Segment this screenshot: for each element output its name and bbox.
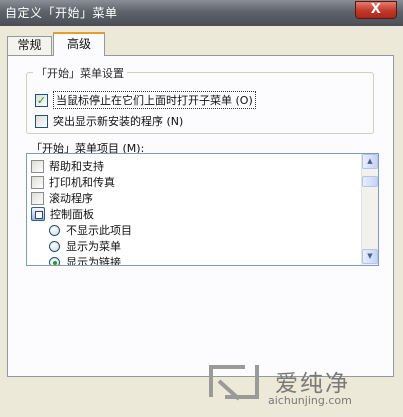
close-button[interactable]: X bbox=[355, 1, 397, 19]
list-item-scroll-programs[interactable]: 滚动程序 bbox=[31, 190, 93, 206]
list-item-label: 帮助和支持 bbox=[49, 160, 104, 173]
radio-label: 显示为菜单 bbox=[66, 240, 121, 253]
radio-label: 显示为链接 bbox=[66, 256, 121, 266]
radio-show-as-link[interactable]: 显示为链接 bbox=[49, 254, 121, 266]
scroll-thumb[interactable] bbox=[362, 176, 378, 187]
checkbox-open-submenu[interactable]: ✓ bbox=[35, 93, 48, 107]
list-item-label: 控制面板 bbox=[50, 208, 94, 221]
list-item-control-panel: 控制面板 bbox=[31, 206, 94, 222]
radio-show-as-menu[interactable]: 显示为菜单 bbox=[49, 238, 121, 254]
checkbox-printers-faxes[interactable] bbox=[31, 175, 44, 189]
list-item-help-support[interactable]: 帮助和支持 bbox=[31, 158, 104, 174]
checkbox-scroll-programs[interactable] bbox=[31, 191, 44, 205]
radio-button[interactable] bbox=[49, 224, 60, 236]
highlight-new-programs-label: 突出显示新安装的程序 (N) bbox=[53, 115, 184, 128]
title-bar: 自定义「开始」菜单 X bbox=[0, 0, 403, 26]
window-title: 自定义「开始」菜单 bbox=[5, 6, 118, 20]
tab-general[interactable]: 常规 bbox=[7, 36, 52, 55]
list-item-label: 打印机和传真 bbox=[49, 176, 115, 189]
list-item-label: 滚动程序 bbox=[49, 192, 93, 205]
open-submenu-label: 当鼠标停止在它们上面时打开子菜单 (O) bbox=[53, 91, 256, 109]
group-legend: 「开始」菜单设置 bbox=[33, 65, 127, 81]
highlight-new-programs-option[interactable]: 突出显示新安装的程序 (N) bbox=[35, 113, 183, 129]
scroll-up-icon[interactable]: ▲ bbox=[362, 154, 378, 169]
watermark-logo-icon bbox=[209, 365, 259, 401]
start-menu-items-list[interactable]: 帮助和支持 打印机和传真 滚动程序 控制面板 不显示此项目 显示为菜单 显示为链… bbox=[26, 153, 379, 266]
control-panel-icon bbox=[31, 207, 45, 221]
radio-button[interactable] bbox=[49, 240, 60, 252]
radio-button[interactable] bbox=[49, 256, 60, 265]
radio-dont-show[interactable]: 不显示此项目 bbox=[49, 222, 132, 238]
watermark-brand: 爱纯净 bbox=[275, 371, 350, 397]
tab-advanced[interactable]: 高级 bbox=[53, 32, 105, 56]
vertical-scrollbar[interactable]: ▲ ▼ bbox=[361, 154, 378, 265]
watermark-url: aichunjing.com bbox=[268, 394, 352, 407]
scroll-down-icon[interactable]: ▼ bbox=[362, 249, 378, 264]
checkbox-help-support[interactable] bbox=[31, 159, 44, 173]
checkbox-highlight-new-programs[interactable] bbox=[35, 114, 48, 128]
open-submenu-option[interactable]: ✓ 当鼠标停止在它们上面时打开子菜单 (O) bbox=[35, 91, 256, 109]
radio-label: 不显示此项目 bbox=[66, 224, 132, 237]
list-item-printers-faxes[interactable]: 打印机和传真 bbox=[31, 174, 115, 190]
